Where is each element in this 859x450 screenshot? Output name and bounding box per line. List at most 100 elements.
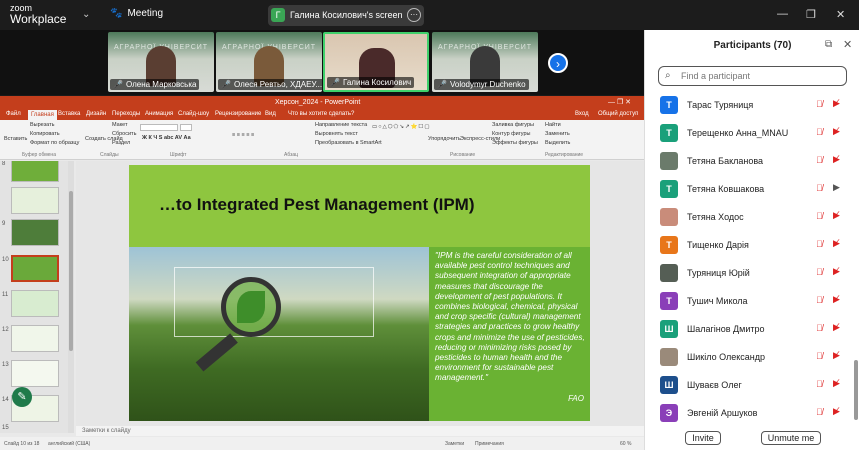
participants-scrollbar[interactable] [854,360,858,420]
ppt-tab: Файл [6,111,21,117]
muted-mic-icon: 🎙̸ [816,407,823,417]
participants-panel: Participants (70) ⧉ ✕ ⌕ Find a participa… [644,30,859,450]
search-icon: ⌕ [665,70,671,81]
annotate-pen-icon[interactable]: ✎ [12,387,32,407]
meeting-menu[interactable]: 🐾 Meeting [110,8,163,19]
ppt-group-label: Рисование [450,152,476,158]
participant-row[interactable]: Тетяна Ходос 🎙̸ ▶̸ [645,202,859,230]
invite-button[interactable]: Invite [685,431,721,445]
participant-row[interactable]: Т Терещенко Анна_MNAU 🎙̸ ▶̸ [645,118,859,146]
screen-share-indicator[interactable]: Г Галина Косилович's screen ··· [268,5,424,26]
participant-row[interactable]: Тетяна Бакланова 🎙̸ ▶̸ [645,146,859,174]
tile-name-text: Олена Марковська [125,80,197,89]
participant-row[interactable]: Т Тетяна Ковшакова 🎙̸ ▶ [645,174,859,202]
ppt-tab: Дизайн [86,111,107,117]
ppt-format-buttons: Ж К Ч S abc AV Аа [142,135,191,141]
current-slide: …to Integrated Pest Management (IPM) "IP… [129,165,590,421]
muted-mic-icon: 🎙̸ [816,155,823,165]
ppt-replace: Заменить [545,131,570,137]
pop-out-icon[interactable]: ⧉ [825,39,832,50]
video-tile[interactable]: АГРАРНОЇ УНІВЕРСИТ 🎤 Volodymyr Duchenko [432,32,538,92]
unmute-me-button[interactable]: Unmute me [761,431,821,445]
ppt-title-bar: Херсон_2024 - PowerPoint — ❐ ✕ [0,96,644,110]
ppt-tab: Рецензирование [215,111,262,117]
ppt-tab: Анимация [145,111,174,117]
ppt-select: Выделить [545,140,571,146]
participant-avatar: Т [660,292,678,310]
slide-thumbnail-selected [11,255,59,282]
ppt-shape-outline: Контур фигуры [492,131,531,137]
participant-name: Тетяна Ходос [687,212,744,222]
status-slide-count: Слайд 10 из 18 [4,441,40,447]
participant-avatar [660,152,678,170]
slide-quote-box: "IPM is the careful consideration of all… [429,247,590,421]
slide-number: 11 [2,292,9,298]
participant-row[interactable]: Э Эвгеній Аршуков 🎙̸ ▶̸ [645,398,859,426]
participant-row[interactable]: Туряниця Юрій 🎙̸ ▶̸ [645,258,859,286]
slide-thumbnail [11,187,59,214]
muted-mic-icon: 🎤 [221,80,231,89]
slide-number: 15 [2,425,9,431]
participant-avatar: Т [660,236,678,254]
restore-icon[interactable]: ❐ [806,8,816,21]
participant-avatar [660,348,678,366]
magnifier-handle [195,333,238,372]
slide-attribution: FAO [568,394,584,403]
tile-name: 🎤 Галина Косилович [327,77,415,88]
participant-row[interactable]: Ш Шалагінов Дмитро 🎙̸ ▶̸ [645,314,859,342]
slide-number: 9 [2,221,6,227]
participant-row[interactable]: Т Тушич Микола 🎙̸ ▶̸ [645,286,859,314]
share-label: Галина Косилович's screen [290,10,403,20]
slide-image [129,247,429,421]
participant-row[interactable]: Т Тарас Туряниця 🎙̸ ▶̸ [645,90,859,118]
zoom-window: zoom Workplace ⌄ 🐾 Meeting Г Галина Косил… [0,0,859,450]
ppt-shapes-gallery: ▭○△⬡⬠↘↗⭐☐▢ [372,124,431,130]
slide-thumbnail [11,161,59,182]
video-tile[interactable]: АГРАРНОЇ УНІВЕРСИТ 🎤 Олена Марковська [108,32,214,92]
camera-off-icon: ▶̸ [833,322,840,332]
minimize-icon[interactable]: — [777,8,788,20]
ppt-reset: Сбросить [112,131,137,137]
slides-scrollbar [68,161,74,433]
more-options-icon[interactable]: ··· [407,8,421,22]
participant-row[interactable]: Т Тищенко Дарія 🎙̸ ▶̸ [645,230,859,258]
sharer-avatar: Г [271,8,285,22]
ppt-group-label: Абзац [284,152,299,158]
participant-row[interactable]: Ш Шуваєв Олег 🎙̸ ▶̸ [645,370,859,398]
participant-name: Шикіло Олександр [687,352,765,362]
ppt-paragraph-buttons: ≡ ≡ ≡ ≡ ≡ [232,132,255,138]
participant-avatar: Ш [660,320,678,338]
participant-avatar: Э [660,404,678,422]
camera-off-icon: ▶̸ [833,238,840,248]
close-icon[interactable]: ✕ [836,8,845,21]
ppt-paste: Вставить [4,136,28,142]
participant-search-input[interactable]: ⌕ Find a participant [658,66,847,86]
ppt-group-label: Редактирование [545,152,584,158]
chevron-down-icon[interactable]: ⌄ [82,9,90,20]
ppt-shape-fill: Заливка фигуры [492,122,535,128]
participant-avatar: Т [660,124,678,142]
video-tile-active-speaker[interactable]: 🎤 Галина Косилович [323,32,429,92]
participant-row[interactable]: Шикіло Олександр 🎙̸ ▶̸ [645,342,859,370]
slide-number: 12 [2,327,9,333]
participant-name: Тищенко Дарія [687,240,749,250]
ppt-smartart: Преобразовать в SmartArt [315,140,382,146]
gallery-next-button[interactable]: › [548,53,568,73]
close-icon[interactable]: ✕ [843,38,852,51]
video-tile[interactable]: АГРАРНОЇ УНІВЕРСИТ 🎤 Олеся Ревтьо, ХДАЕУ.… [216,32,322,92]
ppt-text-direction: Направление текста [315,122,368,128]
ppt-arrange: Упорядочить [428,136,461,142]
participant-name: Тетяна Бакланова [687,156,764,166]
slide-notes: Заметки к слайду [76,426,644,436]
status-notes: Заметки [445,441,465,447]
ppt-size-box [180,124,192,131]
camera-off-icon: ▶̸ [833,350,840,360]
ppt-format-painter: Формат по образцу [30,140,80,146]
ppt-tell-me: Что вы хотите сделать? [288,111,355,117]
slide-number: 8 [2,161,6,167]
muted-mic-icon: 🎙̸ [816,351,823,361]
participant-name: Тушич Микола [687,296,748,306]
participant-name: Туряниця Юрій [687,268,750,278]
participant-avatar [660,208,678,226]
ppt-ribbon-tabs: Файл Главная Вставка Дизайн Переходы Ани… [0,110,644,120]
